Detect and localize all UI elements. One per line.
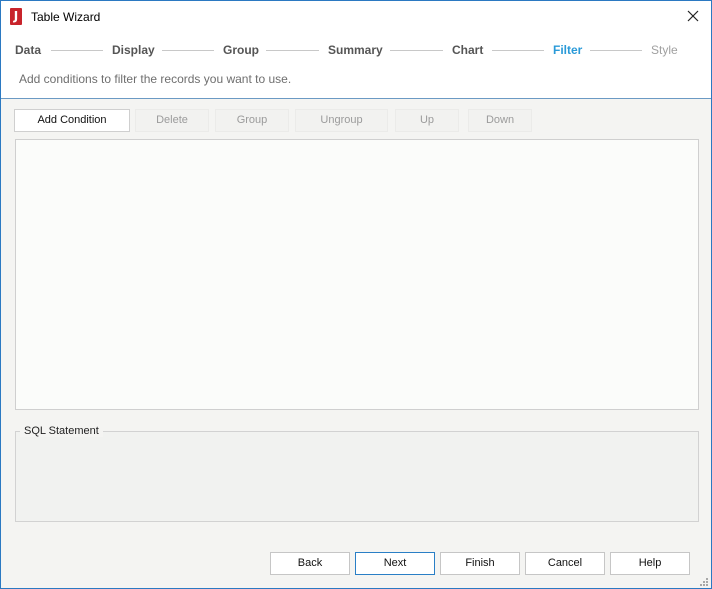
close-icon <box>687 10 699 22</box>
step-description: Add conditions to filter the records you… <box>19 72 292 86</box>
next-button[interactable]: Next <box>355 552 435 575</box>
step-connector <box>390 50 443 51</box>
dialog-title: Table Wizard <box>31 10 101 24</box>
table-wizard-dialog: J Table Wizard Data Display Group Summar… <box>0 0 712 589</box>
finish-button[interactable]: Finish <box>440 552 520 575</box>
step-connector <box>162 50 214 51</box>
step-group[interactable]: Group <box>223 43 259 57</box>
step-display[interactable]: Display <box>112 43 155 57</box>
add-condition-button[interactable]: Add Condition <box>14 109 130 132</box>
help-button[interactable]: Help <box>610 552 690 575</box>
ungroup-button[interactable]: Ungroup <box>295 109 388 132</box>
step-filter[interactable]: Filter <box>553 43 582 57</box>
title-bar[interactable]: J Table Wizard <box>1 1 711 32</box>
step-connector <box>590 50 642 51</box>
step-summary[interactable]: Summary <box>328 43 383 57</box>
up-button[interactable]: Up <box>395 109 459 132</box>
app-logo-icon: J <box>10 8 22 25</box>
delete-button[interactable]: Delete <box>135 109 209 132</box>
step-data[interactable]: Data <box>15 43 41 57</box>
step-connector <box>51 50 103 51</box>
resize-grip-icon[interactable] <box>700 578 709 587</box>
filter-conditions-list[interactable] <box>15 139 699 410</box>
step-style[interactable]: Style <box>651 43 678 57</box>
sql-statement-panel <box>15 431 699 522</box>
group-button[interactable]: Group <box>215 109 289 132</box>
step-chart[interactable]: Chart <box>452 43 483 57</box>
step-connector <box>266 50 319 51</box>
down-button[interactable]: Down <box>468 109 532 132</box>
step-connector <box>492 50 544 51</box>
wizard-header: Data Display Group Summary Chart Filter … <box>1 32 711 99</box>
cancel-button[interactable]: Cancel <box>525 552 605 575</box>
back-button[interactable]: Back <box>270 552 350 575</box>
close-button[interactable] <box>678 5 708 28</box>
sql-statement-label: SQL Statement <box>20 425 103 437</box>
